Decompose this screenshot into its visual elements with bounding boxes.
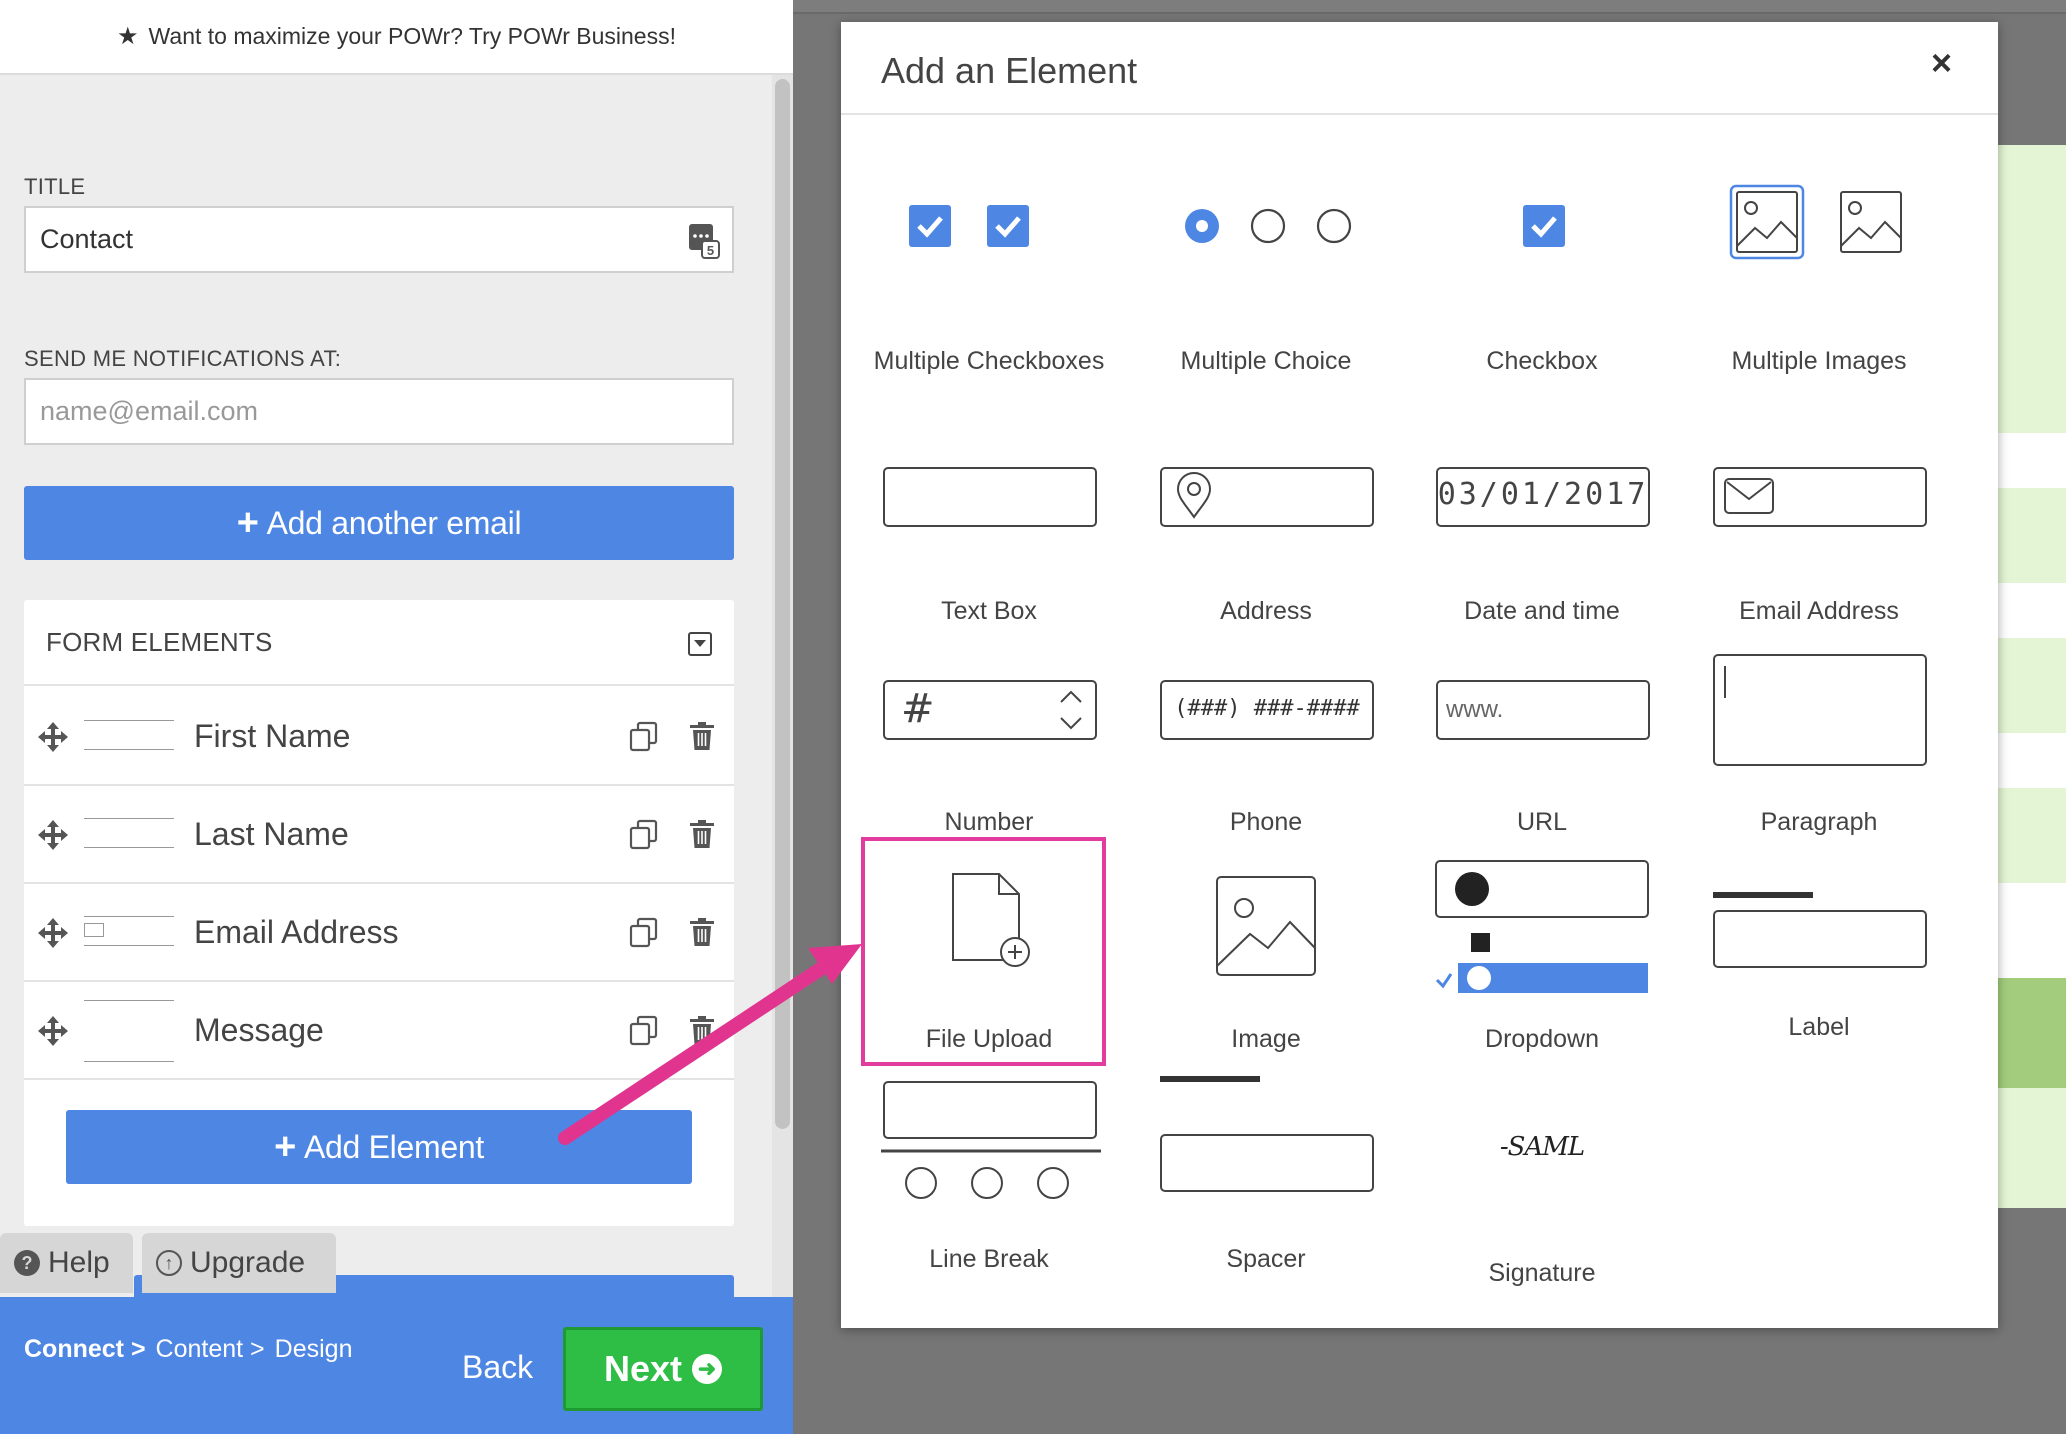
annotation-arrow xyxy=(558,944,862,1145)
